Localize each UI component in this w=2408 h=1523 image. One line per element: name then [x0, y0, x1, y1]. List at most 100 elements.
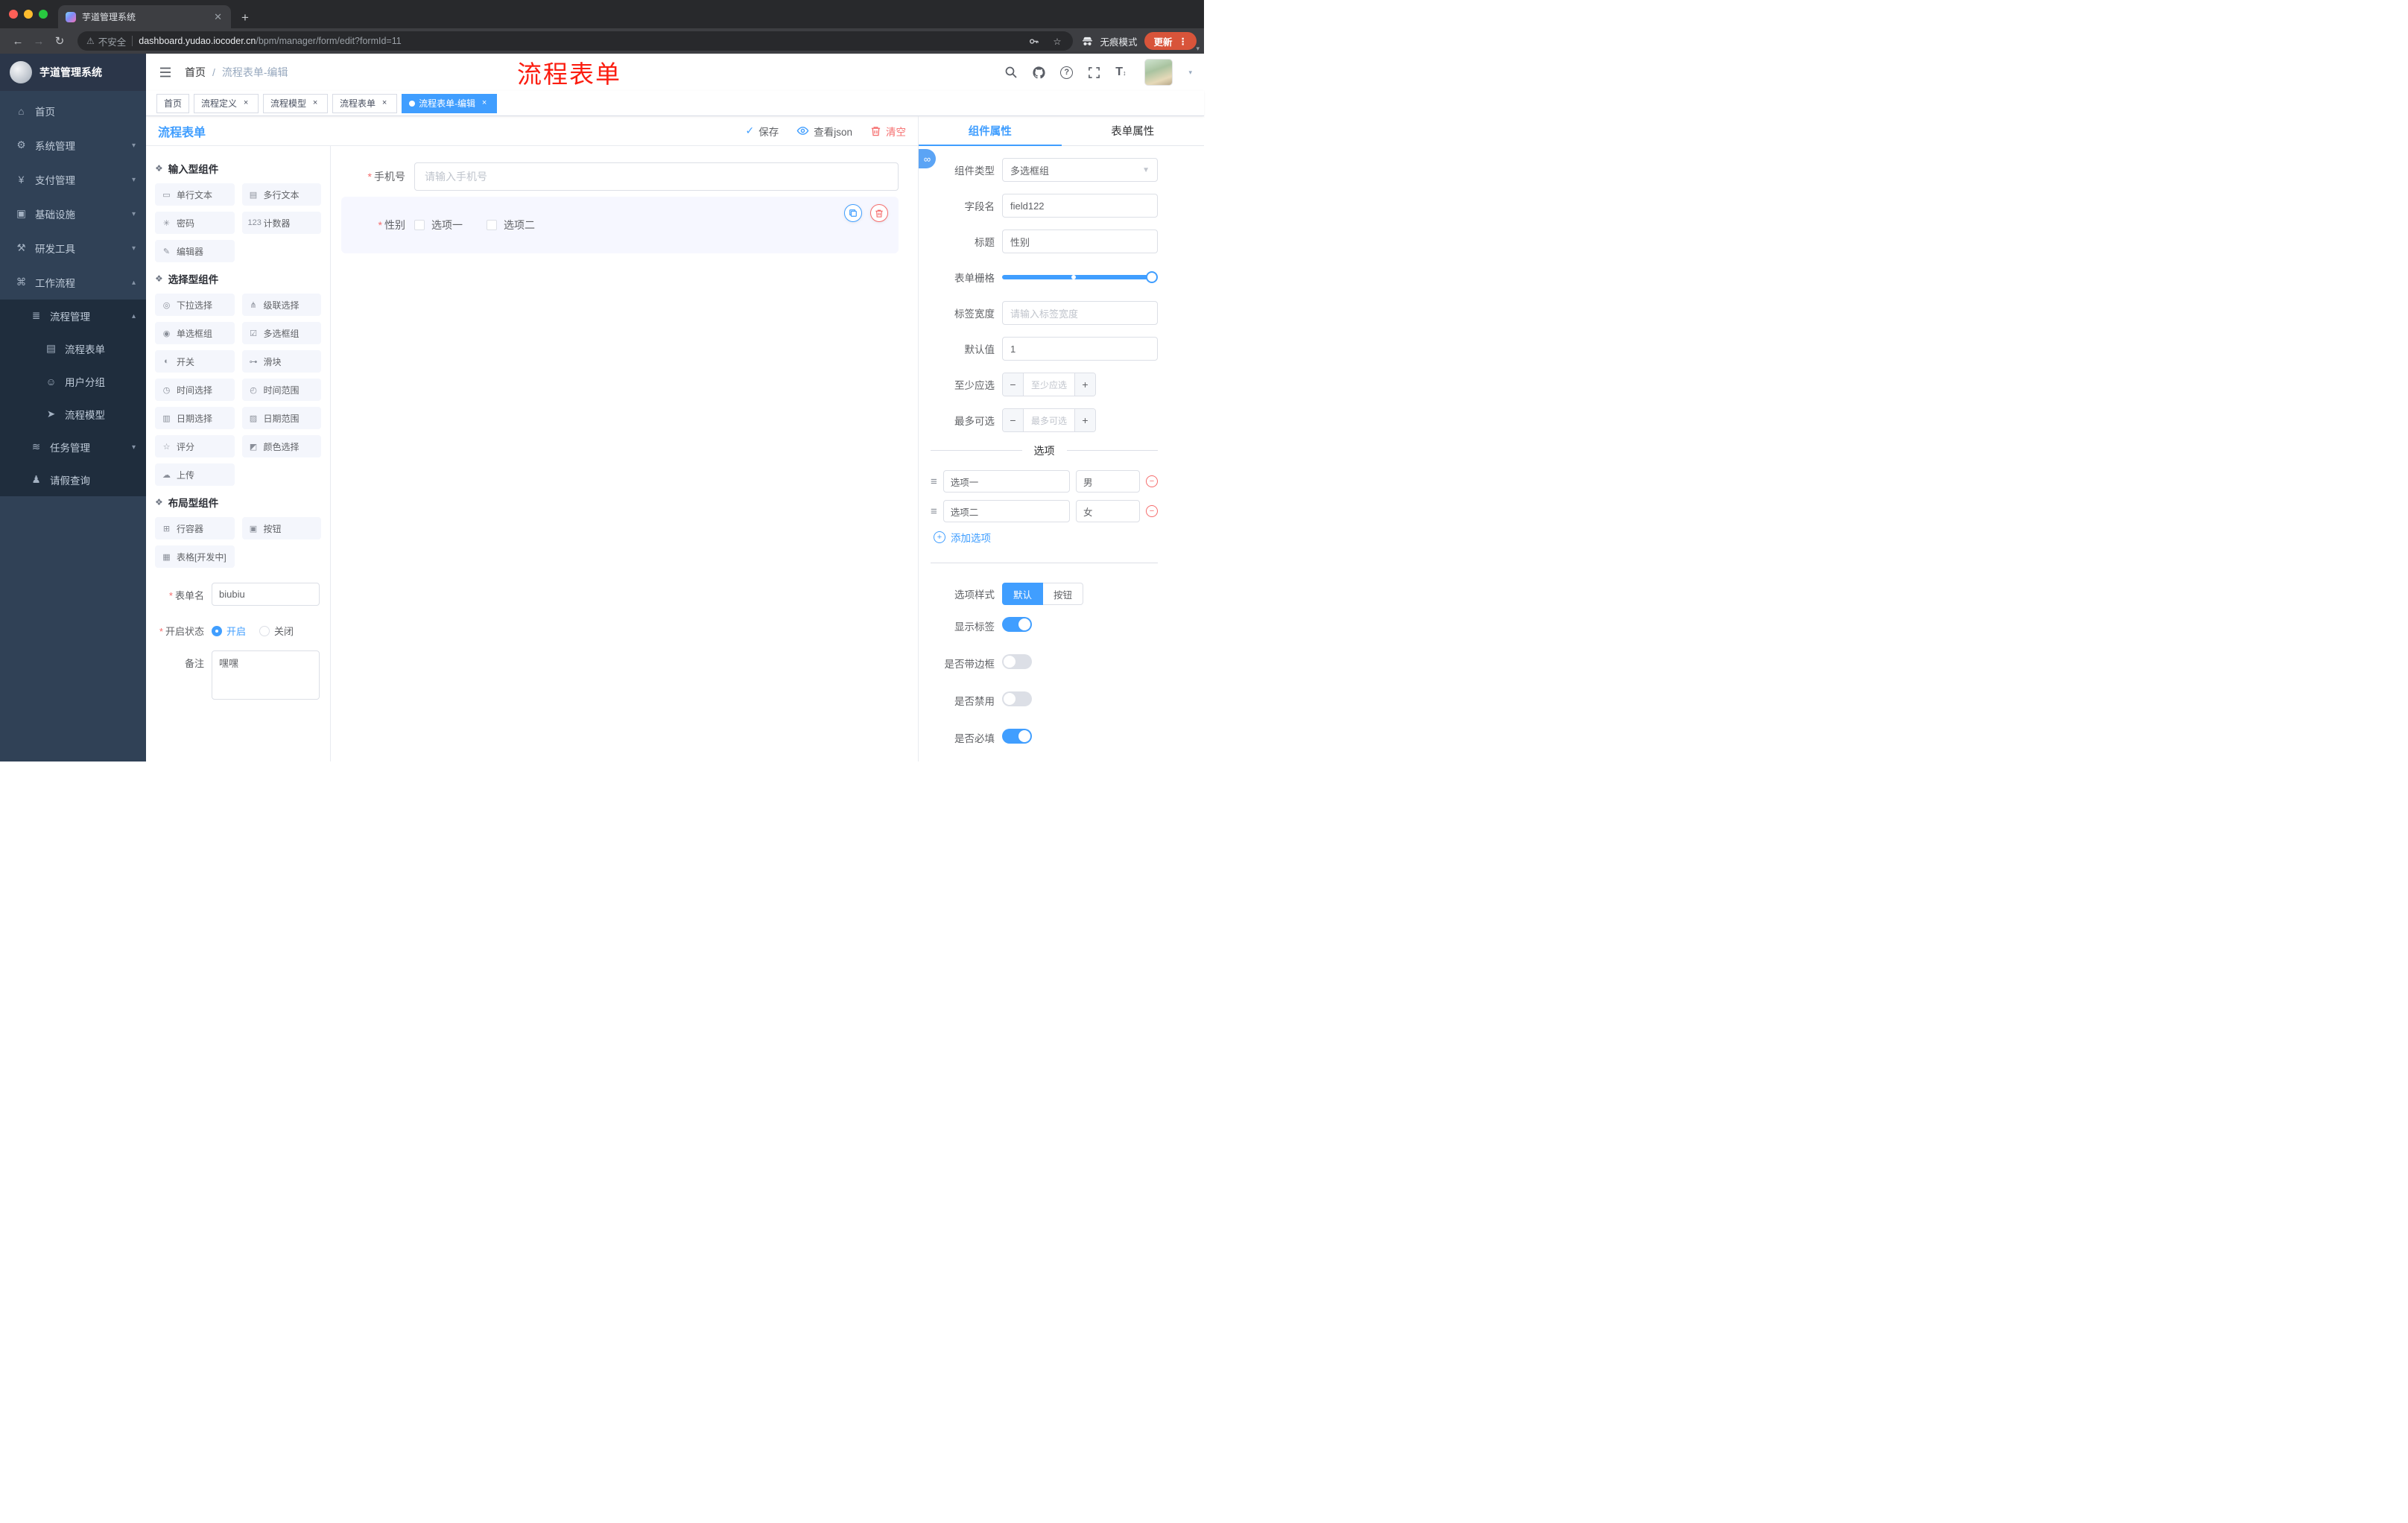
toggle-switch[interactable] — [1002, 617, 1032, 632]
canvas-field-phone[interactable]: 手机号 请输入手机号 — [341, 162, 899, 191]
palette-component[interactable]: 123 计数器 — [241, 212, 321, 234]
palette-component[interactable]: ◩ 颜色选择 — [241, 435, 321, 457]
palette-component[interactable]: ▭ 单行文本 — [155, 183, 235, 206]
remove-option-icon[interactable]: − — [1146, 505, 1158, 517]
palette-component[interactable]: ✎ 编辑器 — [155, 240, 235, 262]
sidebar-menu-item[interactable]: ¥ 支付管理 ▾ — [0, 162, 146, 197]
default-value-input[interactable]: 1 — [1002, 337, 1158, 361]
page-tag[interactable]: 流程表单-编辑 × — [402, 93, 498, 113]
max-select-value[interactable]: 最多可选 — [1024, 409, 1074, 431]
minus-icon[interactable]: − — [1003, 373, 1024, 396]
palette-component[interactable]: ▥ 日期选择 — [155, 407, 235, 429]
tag-close-icon[interactable]: × — [379, 98, 390, 109]
option-label-input[interactable]: 选项二 — [942, 500, 1070, 522]
slider-handle[interactable] — [1146, 271, 1158, 283]
tag-close-icon[interactable]: × — [310, 98, 320, 109]
component-type-select[interactable]: 多选框组 ▼ — [1002, 158, 1158, 182]
user-avatar[interactable] — [1144, 59, 1173, 86]
sidebar-menu-item[interactable]: ➤ 流程模型 — [0, 398, 146, 431]
drag-handle-icon[interactable]: ≡ — [931, 475, 937, 488]
label-width-input[interactable]: 请输入标签宽度 — [1002, 301, 1158, 325]
palette-component[interactable]: ◉ 单选框组 — [155, 322, 235, 344]
palette-component[interactable]: ▣ 按钮 — [241, 517, 321, 539]
sidebar-menu-item[interactable]: ▤ 流程表单 — [0, 332, 146, 365]
sidebar-menu-item[interactable]: ☺ 用户分组 — [0, 365, 146, 398]
fullscreen-icon[interactable] — [1087, 66, 1101, 80]
tab-close-icon[interactable]: ✕ — [212, 11, 224, 23]
copy-widget-button[interactable] — [844, 204, 862, 222]
close-window-button[interactable] — [9, 10, 18, 19]
status-radio-on[interactable]: 开启 — [212, 624, 246, 638]
help-icon[interactable]: ? — [1060, 66, 1074, 79]
github-icon[interactable] — [1032, 66, 1046, 80]
toggle-switch[interactable] — [1002, 691, 1032, 706]
palette-component[interactable]: ⊞ 行容器 — [155, 517, 235, 539]
palette-component[interactable]: ◷ 时间选择 — [155, 379, 235, 401]
plus-icon[interactable]: + — [1074, 373, 1095, 396]
avatar-caret-icon[interactable]: ▾ — [1188, 69, 1192, 77]
palette-component[interactable]: ◴ 时间范围 — [241, 379, 321, 401]
browser-update-button[interactable]: 更新 ⋮ — [1144, 32, 1197, 50]
option-style-button[interactable]: 按钮 — [1043, 583, 1084, 605]
palette-component[interactable]: ◐ 开关 — [155, 350, 235, 373]
bookmark-star-icon[interactable]: ☆ — [1050, 34, 1064, 48]
sidebar-menu-item[interactable]: ≋ 任务管理 ▾ — [0, 431, 146, 463]
option-value-input[interactable]: 男 — [1076, 470, 1140, 493]
clear-button[interactable]: 清空 — [870, 124, 906, 139]
canvas-field-gender-selected[interactable]: 性别 选项一 — [341, 197, 899, 253]
checkbox-icon[interactable] — [414, 220, 425, 230]
palette-component[interactable]: ▤ 多行文本 — [241, 183, 321, 206]
minimize-window-button[interactable] — [24, 10, 33, 19]
remark-textarea[interactable]: 嘿嘿 — [212, 650, 320, 700]
save-button[interactable]: ✓ 保存 — [746, 124, 779, 139]
option-label-input[interactable]: 选项一 — [942, 470, 1070, 493]
palette-component[interactable]: ☁ 上传 — [155, 463, 235, 486]
slider-track[interactable] — [1002, 271, 1158, 283]
new-tab-button[interactable]: + — [241, 10, 249, 25]
palette-component[interactable]: ✳ 密码 — [155, 212, 235, 234]
form-canvas[interactable]: 手机号 请输入手机号 — [331, 146, 918, 762]
palette-component[interactable]: ◎ 下拉选择 — [155, 294, 235, 316]
toggle-switch[interactable] — [1002, 729, 1032, 744]
chevron-down-icon[interactable]: ▾ — [1196, 45, 1200, 53]
tab-form-props[interactable]: 表单属性 — [1062, 116, 1205, 145]
sidebar-menu-item[interactable]: ≣ 流程管理 ▴ — [0, 300, 146, 332]
reload-button[interactable]: ↻ — [49, 34, 70, 48]
browser-tab[interactable]: 芋道管理系统 ✕ — [58, 5, 231, 28]
sidebar-logo[interactable]: 芋道管理系统 — [0, 54, 146, 91]
address-bar[interactable]: ⚠ 不安全 dashboard.yudao.iocoder.cn/bpm/man… — [77, 31, 1074, 51]
plus-icon[interactable]: + — [1074, 409, 1095, 431]
page-tag[interactable]: 流程定义 × — [194, 93, 259, 113]
page-tag[interactable]: 流程表单 × — [332, 93, 398, 113]
palette-component[interactable]: ▨ 日期范围 — [241, 407, 321, 429]
gender-checkbox[interactable]: 选项二 — [487, 218, 535, 232]
form-name-input[interactable]: biubiu — [212, 583, 320, 606]
security-indicator[interactable]: ⚠ 不安全 — [86, 34, 126, 48]
page-tag[interactable]: 首页 × — [156, 93, 190, 113]
palette-component[interactable]: ⋔ 级联选择 — [241, 294, 321, 316]
grid-slider[interactable] — [1002, 265, 1158, 289]
search-icon[interactable] — [1004, 66, 1018, 80]
min-select-value[interactable]: 至少应选 — [1024, 373, 1074, 396]
gender-checkbox[interactable]: 选项一 — [414, 218, 463, 232]
drag-handle-icon[interactable]: ≡ — [931, 505, 937, 518]
sidebar-menu-item[interactable]: ⚒ 研发工具 ▾ — [0, 231, 146, 265]
phone-input[interactable]: 请输入手机号 — [414, 162, 899, 191]
password-key-icon[interactable] — [1027, 34, 1041, 48]
collapse-sidebar-icon[interactable] — [158, 65, 173, 80]
option-style-default[interactable]: 默认 — [1002, 583, 1044, 605]
sidebar-menu-item[interactable]: ⌂ 首页 — [0, 94, 146, 128]
add-option-button[interactable]: + 添加选项 — [934, 530, 1158, 545]
sidebar-menu-item[interactable]: ⌘ 工作流程 ▴ — [0, 265, 146, 300]
breadcrumb-home[interactable]: 首页 — [185, 65, 206, 80]
sidebar-menu-item[interactable]: ▣ 基础设施 ▾ — [0, 197, 146, 231]
sidebar-menu-item[interactable]: ⚙ 系统管理 ▾ — [0, 128, 146, 162]
min-select-stepper[interactable]: − 至少应选 + — [1002, 373, 1096, 396]
delete-widget-button[interactable] — [870, 204, 888, 222]
title-input[interactable]: 性别 — [1002, 229, 1158, 253]
palette-component[interactable]: ☆ 评分 — [155, 435, 235, 457]
palette-component[interactable]: ⊶ 滑块 — [241, 350, 321, 373]
palette-component[interactable]: ☑ 多选框组 — [241, 322, 321, 344]
zoom-window-button[interactable] — [39, 10, 48, 19]
sidebar-menu-item[interactable]: ♟ 请假查询 — [0, 463, 146, 496]
